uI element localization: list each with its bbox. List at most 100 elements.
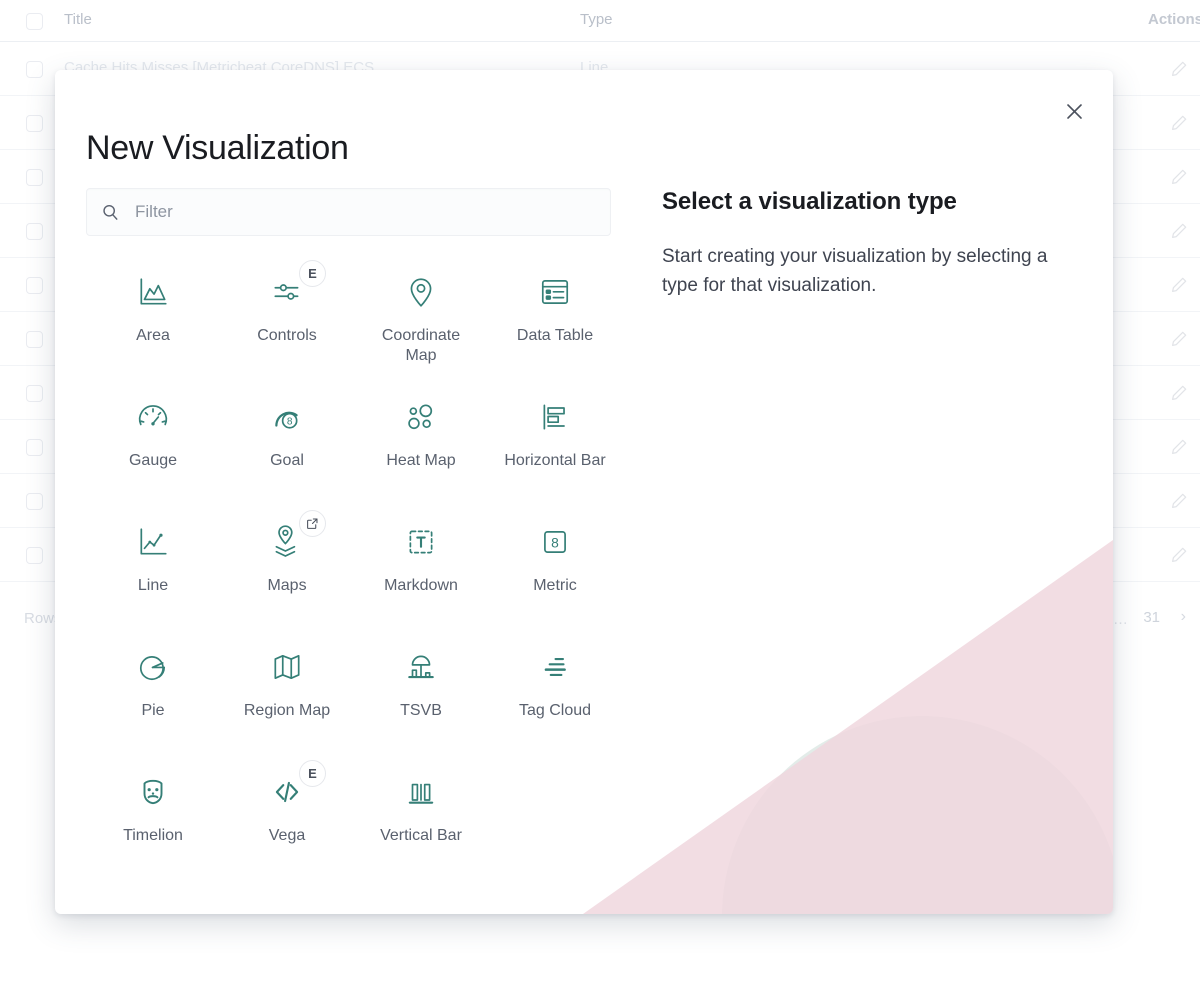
goal-icon: 8 — [258, 393, 316, 441]
right-info-panel: Select a visualization type Start creati… — [662, 188, 1052, 301]
viz-type-card-gauge[interactable]: Gauge — [86, 385, 220, 510]
horizontal-bar-icon — [526, 393, 584, 441]
pie-chart-icon — [124, 643, 182, 691]
viz-type-card-line[interactable]: Line — [86, 510, 220, 635]
pencil-icon[interactable] — [1170, 60, 1188, 78]
pencil-icon[interactable] — [1170, 546, 1188, 564]
viz-type-label: Tag Cloud — [518, 702, 592, 719]
row-checkbox[interactable] — [26, 492, 43, 510]
pencil-icon[interactable] — [1170, 384, 1188, 402]
row-checkbox[interactable] — [26, 114, 43, 132]
pencil-icon[interactable] — [1170, 330, 1188, 348]
row-checkbox[interactable] — [26, 546, 43, 564]
right-panel-heading: Select a visualization type — [662, 188, 957, 215]
data-table-icon — [526, 268, 584, 316]
pagination-next-button[interactable]: › — [1181, 608, 1186, 626]
viz-type-card-markdown[interactable]: Markdown — [354, 510, 488, 635]
viz-type-card-horizontal-bar[interactable]: Horizontal Bar — [488, 385, 622, 510]
filter-input[interactable] — [133, 201, 610, 223]
viz-type-label: Region Map — [243, 702, 331, 719]
viz-type-label: Controls — [257, 327, 317, 344]
viz-type-card-area[interactable]: Area — [86, 260, 220, 385]
viz-type-label: Heat Map — [386, 452, 456, 469]
markdown-icon — [392, 518, 450, 566]
timelion-icon — [124, 768, 182, 816]
controls-icon: E — [258, 260, 326, 316]
pencil-icon[interactable] — [1170, 492, 1188, 510]
pencil-icon[interactable] — [1170, 168, 1188, 186]
viz-type-card-heat-map[interactable]: Heat Map — [354, 385, 488, 510]
select-all-checkbox[interactable] — [26, 12, 43, 30]
svg-text:8: 8 — [287, 417, 293, 428]
area-chart-icon — [124, 268, 182, 316]
coordinate-map-icon — [392, 268, 450, 316]
pencil-icon[interactable] — [1170, 114, 1188, 132]
metric-icon: 8 — [526, 518, 584, 566]
viz-type-card-maps[interactable]: Maps — [220, 510, 354, 635]
viz-type-card-region-map[interactable]: Region Map — [220, 635, 354, 760]
vertical-bar-icon — [392, 768, 450, 816]
row-checkbox[interactable] — [26, 330, 43, 348]
column-header-actions: Actions — [1148, 11, 1200, 28]
viz-type-label: Vertical Bar — [380, 827, 462, 844]
viz-type-card-timelion[interactable]: Timelion — [86, 760, 220, 885]
column-header-type[interactable]: Type — [580, 11, 613, 28]
viz-type-card-vertical-bar[interactable]: Vertical Bar — [354, 760, 488, 885]
viz-type-label: Area — [136, 327, 170, 344]
row-checkbox[interactable] — [26, 384, 43, 402]
row-checkbox[interactable] — [26, 222, 43, 240]
external-link-badge-icon — [299, 510, 326, 537]
region-map-icon — [258, 643, 316, 691]
heat-map-icon — [392, 393, 450, 441]
pencil-icon[interactable] — [1170, 438, 1188, 456]
viz-type-card-tag-cloud[interactable]: Tag Cloud — [488, 635, 622, 760]
row-checkbox[interactable] — [26, 60, 43, 78]
elastic-badge: E — [299, 760, 326, 787]
viz-type-label: Data Table — [516, 327, 594, 344]
filter-field[interactable] — [86, 188, 611, 236]
tag-cloud-icon — [526, 643, 584, 691]
viz-type-card-vega[interactable]: E Vega — [220, 760, 354, 885]
table-header-row: Title Type Actions — [0, 0, 1200, 42]
viz-type-label: Line — [137, 577, 169, 594]
search-icon — [101, 203, 120, 222]
gauge-icon — [124, 393, 182, 441]
close-icon[interactable] — [1057, 94, 1091, 128]
viz-type-label: Vega — [268, 827, 306, 844]
viz-type-label: Horizontal Bar — [504, 452, 606, 469]
viz-type-label: Markdown — [384, 577, 458, 594]
viz-type-card-data-table[interactable]: Data Table — [488, 260, 622, 385]
viz-type-label: Pie — [141, 702, 165, 719]
viz-type-label: Coordinate Map — [381, 327, 461, 364]
vega-icon: E — [258, 760, 326, 816]
modal-title: New Visualization — [86, 128, 349, 167]
pagination-page-number[interactable]: 31 — [1143, 609, 1160, 626]
svg-text:8: 8 — [551, 535, 559, 551]
viz-type-card-coordinate-map[interactable]: Coordinate Map — [354, 260, 488, 385]
new-visualization-modal: New Visualization Area E Controls Coordinat… — [55, 70, 1113, 914]
viz-type-card-metric[interactable]: 8 Metric — [488, 510, 622, 635]
viz-type-label: Metric — [533, 577, 577, 594]
pagination-ellipsis: … — [1113, 611, 1128, 628]
viz-type-card-goal[interactable]: 8 Goal — [220, 385, 354, 510]
viz-type-label: Goal — [270, 452, 304, 469]
visualization-type-grid: Area E Controls Coordinate Map Data Table Gau… — [86, 260, 622, 885]
viz-type-label: TSVB — [400, 702, 442, 719]
viz-type-label: Maps — [267, 577, 307, 594]
row-checkbox[interactable] — [26, 438, 43, 456]
viz-type-label: Timelion — [123, 827, 183, 844]
row-checkbox[interactable] — [26, 276, 43, 294]
line-chart-icon — [124, 518, 182, 566]
viz-type-card-tsvb[interactable]: TSVB — [354, 635, 488, 760]
elastic-badge: E — [299, 260, 326, 287]
column-header-title[interactable]: Title — [64, 11, 92, 28]
maps-icon — [258, 510, 326, 566]
pencil-icon[interactable] — [1170, 222, 1188, 240]
right-panel-body: Start creating your visualization by sel… — [662, 246, 1048, 297]
tsvb-icon — [392, 643, 450, 691]
viz-type-card-controls[interactable]: E Controls — [220, 260, 354, 385]
row-checkbox[interactable] — [26, 168, 43, 186]
viz-type-card-pie[interactable]: Pie — [86, 635, 220, 760]
pencil-icon[interactable] — [1170, 276, 1188, 294]
viz-type-label: Gauge — [128, 452, 178, 469]
